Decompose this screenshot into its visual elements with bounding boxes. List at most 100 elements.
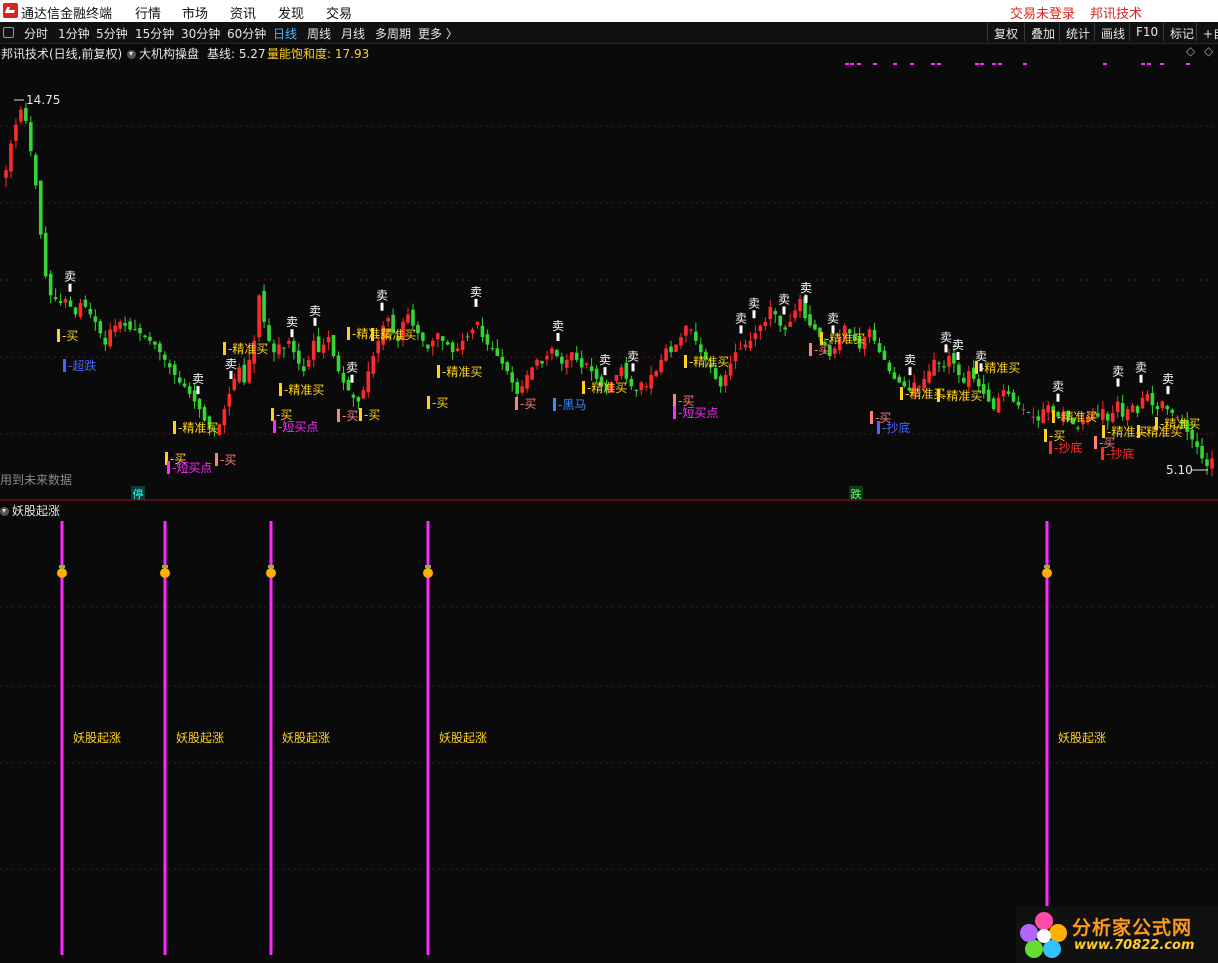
candle-body — [485, 334, 490, 345]
candle-body — [9, 143, 13, 172]
candle-body — [356, 397, 361, 402]
precise-buy-label-marker — [1155, 417, 1158, 430]
candle-body — [679, 337, 683, 346]
sell-signal-marker — [782, 306, 786, 315]
sell-signal-marker — [1139, 374, 1143, 383]
candle-body — [937, 362, 941, 364]
candle-body — [550, 348, 554, 354]
dark-horse-label-marker — [553, 398, 556, 411]
stock-name-link[interactable]: 邦讯技术 — [1090, 3, 1142, 22]
top-signal-dash — [931, 63, 935, 65]
candle-body — [1011, 392, 1016, 402]
candle-body — [674, 344, 678, 352]
draw-line-button[interactable]: 画线 — [1094, 23, 1131, 41]
period-tab-multi[interactable]: 多周期 — [375, 25, 411, 42]
candle-body — [490, 348, 495, 350]
top-signal-dash — [975, 63, 979, 65]
candle-body — [287, 340, 291, 344]
period-tab-intraday[interactable]: 分时 — [24, 25, 48, 42]
candle-body — [902, 381, 907, 387]
add-custom-button[interactable]: +自 — [1196, 23, 1218, 41]
menu-item-news[interactable]: 资讯 — [230, 3, 256, 22]
precise-buy-label: -精准买 — [1057, 410, 1097, 424]
period-tab-5min[interactable]: 5分钟 — [96, 25, 128, 42]
menu-item-discover[interactable]: 发现 — [278, 3, 304, 22]
bottom-label: -抄底 — [1054, 440, 1082, 455]
menu-item-market-quotes[interactable]: 行情 — [135, 3, 161, 22]
candle-body — [257, 295, 261, 338]
period-tab-weekly[interactable]: 周线 — [307, 25, 331, 42]
f10-button[interactable]: F10 — [1129, 23, 1164, 41]
candle-body — [957, 364, 961, 375]
indicator-name: 大机构操盘 — [139, 47, 200, 61]
candle-body — [1130, 405, 1135, 413]
panel-toggle-icon[interactable] — [3, 27, 14, 38]
collapse-diamond-icon[interactable]: ◇ — [1204, 44, 1213, 58]
indicator-selector[interactable]: 大机构操盘 — [127, 45, 199, 62]
precise-buy-label-marker — [684, 355, 687, 368]
candle-body — [1190, 429, 1194, 440]
candle-body — [167, 363, 172, 368]
sell-signal-marker — [380, 302, 384, 311]
precise-buy-label-marker — [937, 389, 940, 402]
candle-body — [932, 359, 936, 376]
candle-body — [569, 352, 574, 361]
overlay-button[interactable]: 叠加 — [1024, 23, 1061, 41]
candle-body — [247, 359, 251, 383]
menu-item-market[interactable]: 市场 — [182, 3, 208, 22]
candle-body — [1026, 411, 1031, 413]
statistics-button[interactable]: 统计 — [1059, 23, 1096, 41]
period-tab-monthly[interactable]: 月线 — [341, 25, 365, 42]
adjust-button[interactable]: 复权 — [987, 23, 1024, 41]
period-tab-1min[interactable]: 1分钟 — [58, 25, 90, 42]
sell-signal-label: 卖 — [309, 304, 321, 318]
period-tab-more[interactable]: 更多 〉 — [418, 25, 458, 42]
indicator-panel[interactable]: 妖股起涨 妖股起涨 妖股起涨 妖股起涨 妖股起涨 — [0, 501, 1218, 963]
limit-up-badge: 停 — [133, 487, 144, 501]
precise-buy-label: -精准买 — [942, 389, 982, 403]
candle-body — [68, 300, 73, 307]
candle-body — [416, 324, 420, 334]
expand-diamond-icon[interactable]: ◇ — [1186, 44, 1195, 58]
candle-body — [282, 347, 286, 349]
candle-body — [783, 327, 787, 330]
candle-body — [341, 372, 346, 383]
indicator-title[interactable]: 妖股起涨 — [0, 502, 60, 518]
candle-body — [118, 321, 122, 329]
dark-horse-label: -黑马 — [558, 398, 586, 412]
precise-buy-label-marker — [173, 421, 176, 434]
candle-body — [753, 333, 758, 340]
trade-login-status[interactable]: 交易未登录 — [1010, 3, 1075, 22]
candle-body — [897, 376, 902, 383]
candle-body — [63, 299, 68, 303]
period-tab-30min[interactable]: 30分钟 — [181, 25, 220, 42]
sell-signal-label: 卖 — [1052, 380, 1064, 394]
candle-body — [480, 325, 485, 338]
candle-body — [242, 364, 247, 383]
candle-body — [440, 336, 445, 341]
candle-body — [83, 299, 88, 307]
candle-body — [967, 371, 971, 387]
candlestick-chart[interactable]: 卖卖卖卖卖卖卖 卖卖卖 卖卖卖 卖卖卖卖卖卖卖卖卖 卖卖-买-精准买-精准买-精准买-精… — [0, 44, 1218, 501]
candle-body — [540, 360, 544, 364]
precise-buy-label-marker — [1052, 410, 1055, 423]
signal-coin-icon — [160, 568, 170, 578]
buy-signal-label-marker — [57, 329, 60, 342]
candle-body — [798, 299, 802, 312]
candle-body — [1006, 391, 1011, 394]
candle-body — [793, 310, 797, 319]
precise-buy-label-marker — [582, 381, 585, 394]
yaogu-signal-line — [426, 521, 430, 955]
candle-body — [316, 336, 321, 353]
sell-signal-marker — [196, 386, 200, 395]
mark-button[interactable]: 标记 — [1163, 23, 1200, 41]
precise-buy-label-marker — [437, 365, 440, 378]
period-tab-daily[interactable]: 日线 — [273, 25, 297, 42]
candle-body — [654, 371, 658, 377]
period-tab-15min[interactable]: 15分钟 — [135, 25, 174, 42]
sell-signal-label: 卖 — [225, 357, 237, 371]
menu-item-trade[interactable]: 交易 — [326, 3, 352, 22]
period-tab-60min[interactable]: 60分钟 — [227, 25, 266, 42]
app-title: 通达信金融终端 — [21, 7, 113, 22]
candle-body — [148, 336, 152, 341]
